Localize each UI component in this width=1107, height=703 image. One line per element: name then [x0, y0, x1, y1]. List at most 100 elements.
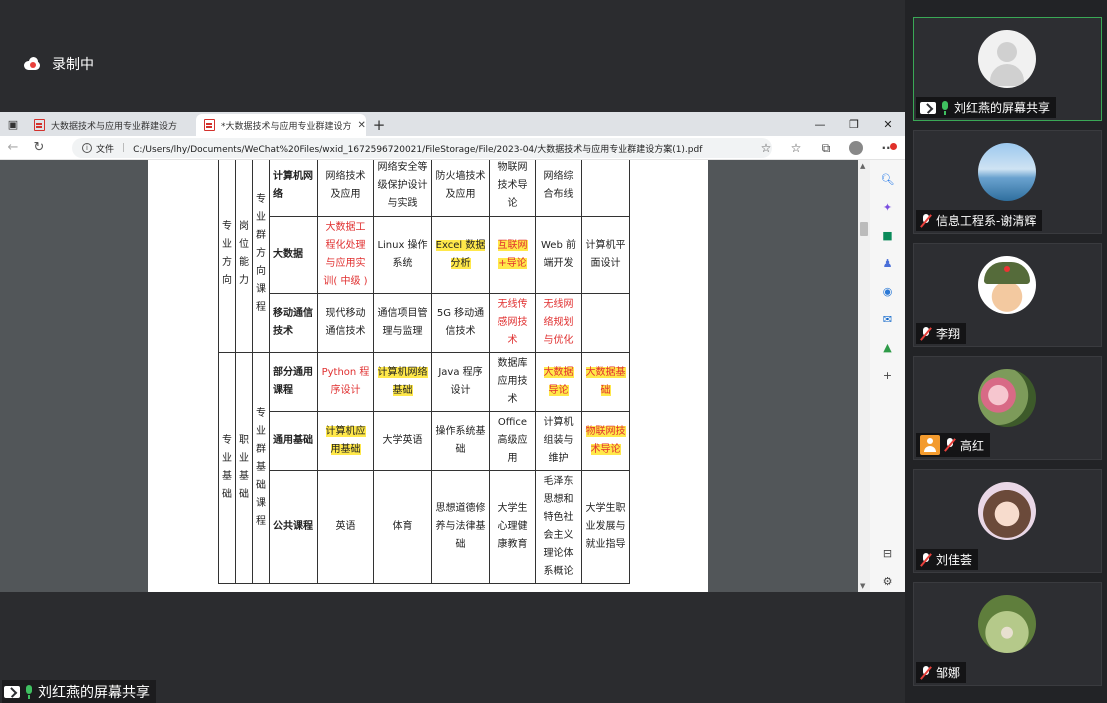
course-name: 大学生职业发展与就业指导	[585, 503, 626, 550]
mic-muted-icon	[920, 665, 932, 680]
course-name: 防火墙技术及应用	[435, 170, 486, 200]
table-category: 大数据	[269, 216, 318, 294]
table-cell: 网络技术及应用	[317, 160, 374, 217]
pdf-icon	[204, 119, 215, 131]
tab-1[interactable]: 大数据技术与应用专业群建设方	[26, 114, 196, 136]
tab-title: 大数据技术与应用专业群建设方	[51, 121, 178, 132]
course-name: 现代移动通信技术	[325, 308, 366, 337]
avatar-star	[1004, 266, 1010, 272]
sidebar-spacer	[879, 394, 897, 534]
cloud-record-icon	[22, 57, 42, 71]
scroll-thumb[interactable]	[860, 222, 868, 236]
table-cell: 互联网+导论	[489, 216, 536, 294]
more-menu-icon[interactable]: ··	[875, 137, 897, 159]
favorites-icon[interactable]: ☆	[785, 137, 807, 159]
course-name: 大数据导论	[543, 367, 574, 396]
address-bar[interactable]: i 文件 | C:/Users/lhy/Documents/WeChat%20F…	[72, 138, 772, 158]
table-cell: 体育	[373, 470, 432, 584]
participant-label: 邹娜	[916, 662, 967, 683]
table-cell: 大学生心理健康教育	[489, 470, 536, 584]
back-arrow-icon[interactable]: ←	[0, 136, 26, 160]
table-cell: 英语	[317, 470, 374, 584]
course-name: 体育	[392, 521, 413, 532]
pdf-viewer: 专业方向 岗位能力 专业群方向课程 计算机网络 网络技术及应用 网络安全等级保护设计与实践…	[0, 160, 905, 592]
pdf-page: 专业方向 岗位能力 专业群方向课程 计算机网络 网络技术及应用 网络安全等级保护设计与实践…	[148, 160, 708, 592]
table-cell: Excel 数据分析	[431, 216, 490, 294]
table-group-header: 专业群方向课程	[252, 160, 270, 353]
participant-tile-5[interactable]: 邹娜	[913, 582, 1102, 686]
table-category: 部分通用课程	[269, 352, 318, 412]
mic-on-icon	[940, 100, 950, 115]
new-tab-button[interactable]: +	[366, 114, 392, 136]
course-name: Office 高级应用	[497, 417, 528, 464]
participant-tile-0[interactable]: 刘红燕的屏幕共享	[913, 17, 1102, 121]
table-cell: 大学生职业发展与就业指导	[581, 470, 630, 584]
participant-name: 李翔	[936, 327, 961, 341]
table-cell: 数据库应用技术	[489, 352, 536, 412]
tab-2[interactable]: *大数据技术与应用专业群建设方 ✕	[196, 114, 366, 136]
avatar	[978, 595, 1036, 653]
table-row: 通用基础 计算机应用基础 大学英语 操作系统基础 Office 高级应用 计算机组装与维护…	[219, 411, 630, 471]
browser-window: ▣ 大数据技术与应用专业群建设方 *大数据技术与应用专业群建设方 ✕ + — ❐…	[0, 112, 905, 592]
tools-icon[interactable]: ■	[879, 226, 897, 244]
office-icon[interactable]: ◉	[879, 282, 897, 300]
table-cell: 大数据工程化处理与应用实训( 中级 )	[317, 216, 374, 294]
collections-icon[interactable]: ⧉	[815, 137, 837, 159]
table-cell: 操作系统基础	[431, 411, 490, 471]
outlook-icon[interactable]: ✉	[879, 310, 897, 328]
maximize-icon[interactable]: ❐	[837, 112, 871, 136]
favorite-star-icon[interactable]: ☆	[755, 137, 777, 159]
course-name: 网络安全等级保护设计与实践	[377, 161, 428, 209]
participant-label: 信息工程系-谢清辉	[916, 210, 1043, 231]
table-cell: 大数据导论	[535, 352, 582, 412]
mic-muted-icon	[920, 552, 932, 567]
course-name: 物联网技术导论	[585, 426, 626, 455]
share-label-text: 刘红燕的屏幕共享	[38, 685, 150, 701]
course-name: 思想道德修养与法律基础	[435, 503, 486, 550]
tree-icon[interactable]: ▲	[879, 338, 897, 356]
table-category: 移动通信技术	[269, 293, 318, 353]
host-icon	[920, 435, 940, 455]
copilot-icon[interactable]: ✦	[879, 198, 897, 216]
screen-share-icon	[4, 686, 20, 698]
table-cell: 现代移动通信技术	[317, 293, 374, 353]
profile-icon[interactable]	[845, 137, 867, 159]
table-row: 公共课程 英语 体育 思想道德修养与法律基础 大学生心理健康教育 毛泽东思想和特色社会主义…	[219, 470, 630, 584]
table-cell: 计算机网络基础	[373, 352, 432, 412]
screen-share-label: 刘红燕的屏幕共享	[2, 680, 156, 703]
table-group-header: 岗位能力	[235, 160, 253, 353]
info-icon: i	[82, 143, 92, 153]
table-cell: Office 高级应用	[489, 411, 536, 471]
course-name: Python 程序设计	[321, 367, 370, 396]
refresh-icon[interactable]: ↻	[26, 136, 52, 160]
scroll-down-icon[interactable]: ▼	[860, 582, 865, 590]
recording-label: 录制中	[52, 57, 94, 73]
participant-name: 刘佳荟	[936, 553, 973, 567]
course-name: 无线传感网技术	[497, 299, 528, 346]
tab-actions-icon[interactable]: ▣	[0, 112, 26, 136]
search-icon[interactable]: 🔍︎	[879, 170, 897, 188]
mic-muted-icon	[920, 213, 932, 228]
table-cell: 大数据基础	[581, 352, 630, 412]
games-icon[interactable]: ♟	[879, 254, 897, 272]
scroll-up-icon[interactable]: ▲	[860, 162, 865, 170]
participant-tile-4[interactable]: 刘佳荟	[913, 469, 1102, 573]
avatar	[978, 30, 1036, 88]
minimize-icon[interactable]: —	[803, 112, 837, 136]
participant-label: 刘佳荟	[916, 549, 979, 570]
table-cell	[581, 293, 630, 353]
course-name: 英语	[335, 521, 356, 532]
sidebar-toggle-icon[interactable]: ⊟	[879, 544, 897, 562]
vertical-scrollbar[interactable]: ▲ ▼	[858, 160, 870, 592]
close-window-icon[interactable]: ✕	[871, 112, 905, 136]
course-name: Web 前端开发	[541, 240, 576, 269]
add-icon[interactable]: +	[879, 366, 897, 384]
course-name: 无线网络规划与优化	[543, 299, 574, 346]
settings-gear-icon[interactable]: ⚙	[879, 572, 897, 590]
edge-sidebar: 🔍︎ ✦ ■ ♟ ◉ ✉ ▲ + ⊟ ⚙	[870, 160, 905, 592]
close-tab-icon[interactable]: ✕	[358, 120, 366, 131]
participant-tile-2[interactable]: 李翔	[913, 243, 1102, 347]
participant-tile-3[interactable]: 高红	[913, 356, 1102, 460]
participant-tile-1[interactable]: 信息工程系-谢清辉	[913, 130, 1102, 234]
table-row: 大数据 大数据工程化处理与应用实训( 中级 ) Linux 操作系统 Excel 数据…	[219, 216, 630, 294]
